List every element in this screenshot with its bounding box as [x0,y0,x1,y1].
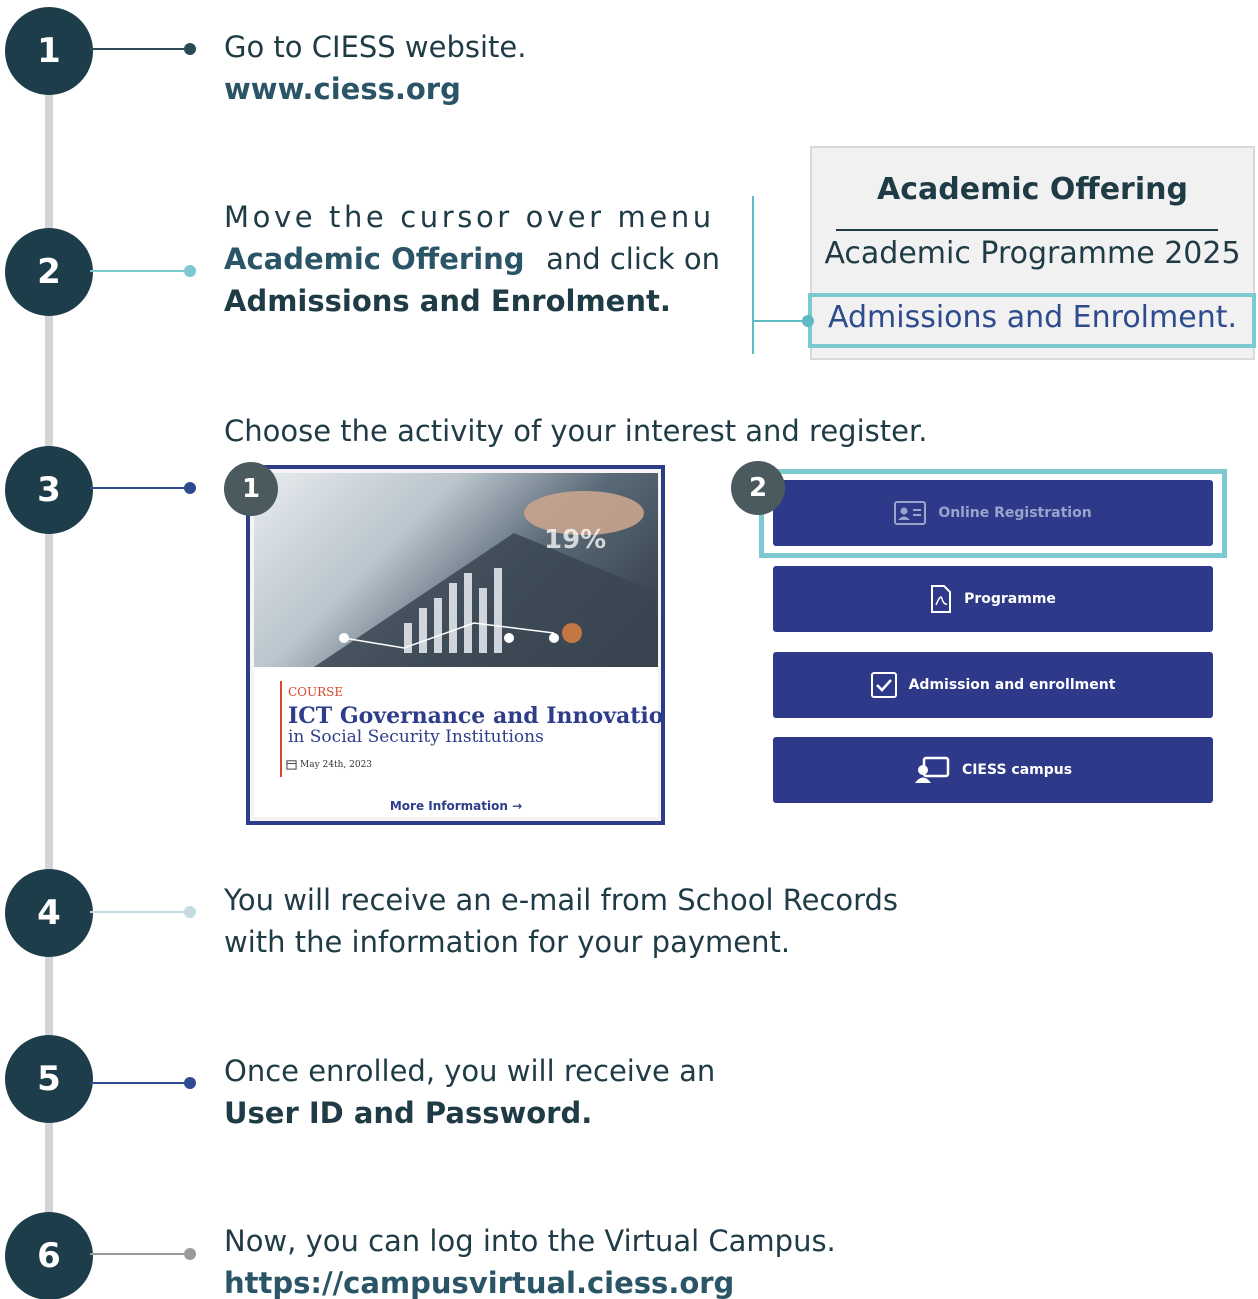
menu-pointer [752,315,814,327]
step-6-connector [90,1248,196,1260]
menu-item-academic-programme[interactable]: Academic Programme 2025 [810,236,1255,271]
ciess-campus-button[interactable]: CIESS campus [773,737,1213,803]
step-3-text: Choose the activity of your interest and… [224,414,928,448]
menu-underline [836,229,1218,231]
pdf-file-icon [931,585,952,613]
user-id-password-label: User ID and Password. [224,1096,593,1130]
teacher-board-icon [914,756,950,783]
ciess-website-link[interactable]: www.ciess.org [224,68,527,110]
sub-step-1-badge: 1 [224,462,278,516]
course-image: 19% [254,473,658,667]
step-5-line-1: Once enrolled, you will receive an [224,1054,716,1088]
step-2-line-2: and click on [546,242,720,276]
step-4-line-2: with the information for your payment. [224,925,791,959]
course-card[interactable]: 19% COURSE ICT Governance and Innovation… [246,465,665,825]
step-2-badge: 2 [5,228,93,316]
course-title: ICT Governance and Innovation [288,703,665,729]
course-date: May 24th, 2023 [286,759,372,770]
menu-bracket [752,196,754,354]
step-1-connector [90,43,196,55]
menu-highlight [808,293,1256,348]
programme-label: Programme [964,591,1056,607]
step-5-connector [90,1077,196,1089]
step-2-connector [90,265,196,277]
step-5-text: Once enrolled, you will receive an User … [224,1050,715,1134]
academic-offering-label: Academic Offering [224,242,525,276]
finance-chart-illustration: 19% [314,491,658,667]
course-type-label: COURSE [288,685,344,699]
step-4-line-1: You will receive an e-mail from School R… [224,883,899,917]
step-6-badge: 6 [5,1212,93,1299]
admissions-label: Admissions and Enrolment. [224,284,671,318]
programme-button[interactable]: Programme [773,566,1213,632]
more-information-label: More Information [389,799,508,813]
course-date-text: May 24th, 2023 [300,759,373,770]
step-4-connector [90,906,196,918]
step-2-text: Move the cursor over menu Academic Offer… [224,196,720,322]
step-4-text: You will receive an e-mail from School R… [224,879,898,963]
admission-enrollment-button[interactable]: Admission and enrollment [773,652,1213,718]
checkbox-icon [870,672,897,698]
step-1-text: Go to CIESS website. www.ciess.org [224,26,527,110]
course-accent-bar [280,681,282,777]
campus-virtual-link[interactable]: https://campusvirtual.ciess.org [224,1262,836,1299]
step-3-badge: 3 [5,446,93,534]
step-1-line: Go to CIESS website. [224,30,527,64]
menu-title[interactable]: Academic Offering [810,172,1255,207]
admission-enrollment-label: Admission and enrollment [908,677,1116,693]
course-card-body: COURSE ICT Governance and Innovation in … [254,667,661,817]
step-6-line: Now, you can log into the Virtual Campus… [224,1224,836,1258]
registration-highlight [759,469,1227,558]
step-4-badge: 4 [5,869,93,957]
calendar-icon [286,760,297,770]
image-percent-text: 19% [544,525,606,555]
step-5-badge: 5 [5,1035,93,1123]
ciess-campus-label: CIESS campus [961,762,1073,778]
step-6-text: Now, you can log into the Virtual Campus… [224,1220,836,1299]
step-2-line-1: Move the cursor over menu [224,200,715,234]
sub-step-2-badge: 2 [731,461,785,515]
step-1-badge: 1 [5,7,93,95]
course-subtitle: in Social Security Institutions [288,727,544,747]
step-3-connector [90,482,196,494]
arrow-right-icon: → [512,799,523,813]
more-information-link[interactable]: More Information → [254,799,658,813]
